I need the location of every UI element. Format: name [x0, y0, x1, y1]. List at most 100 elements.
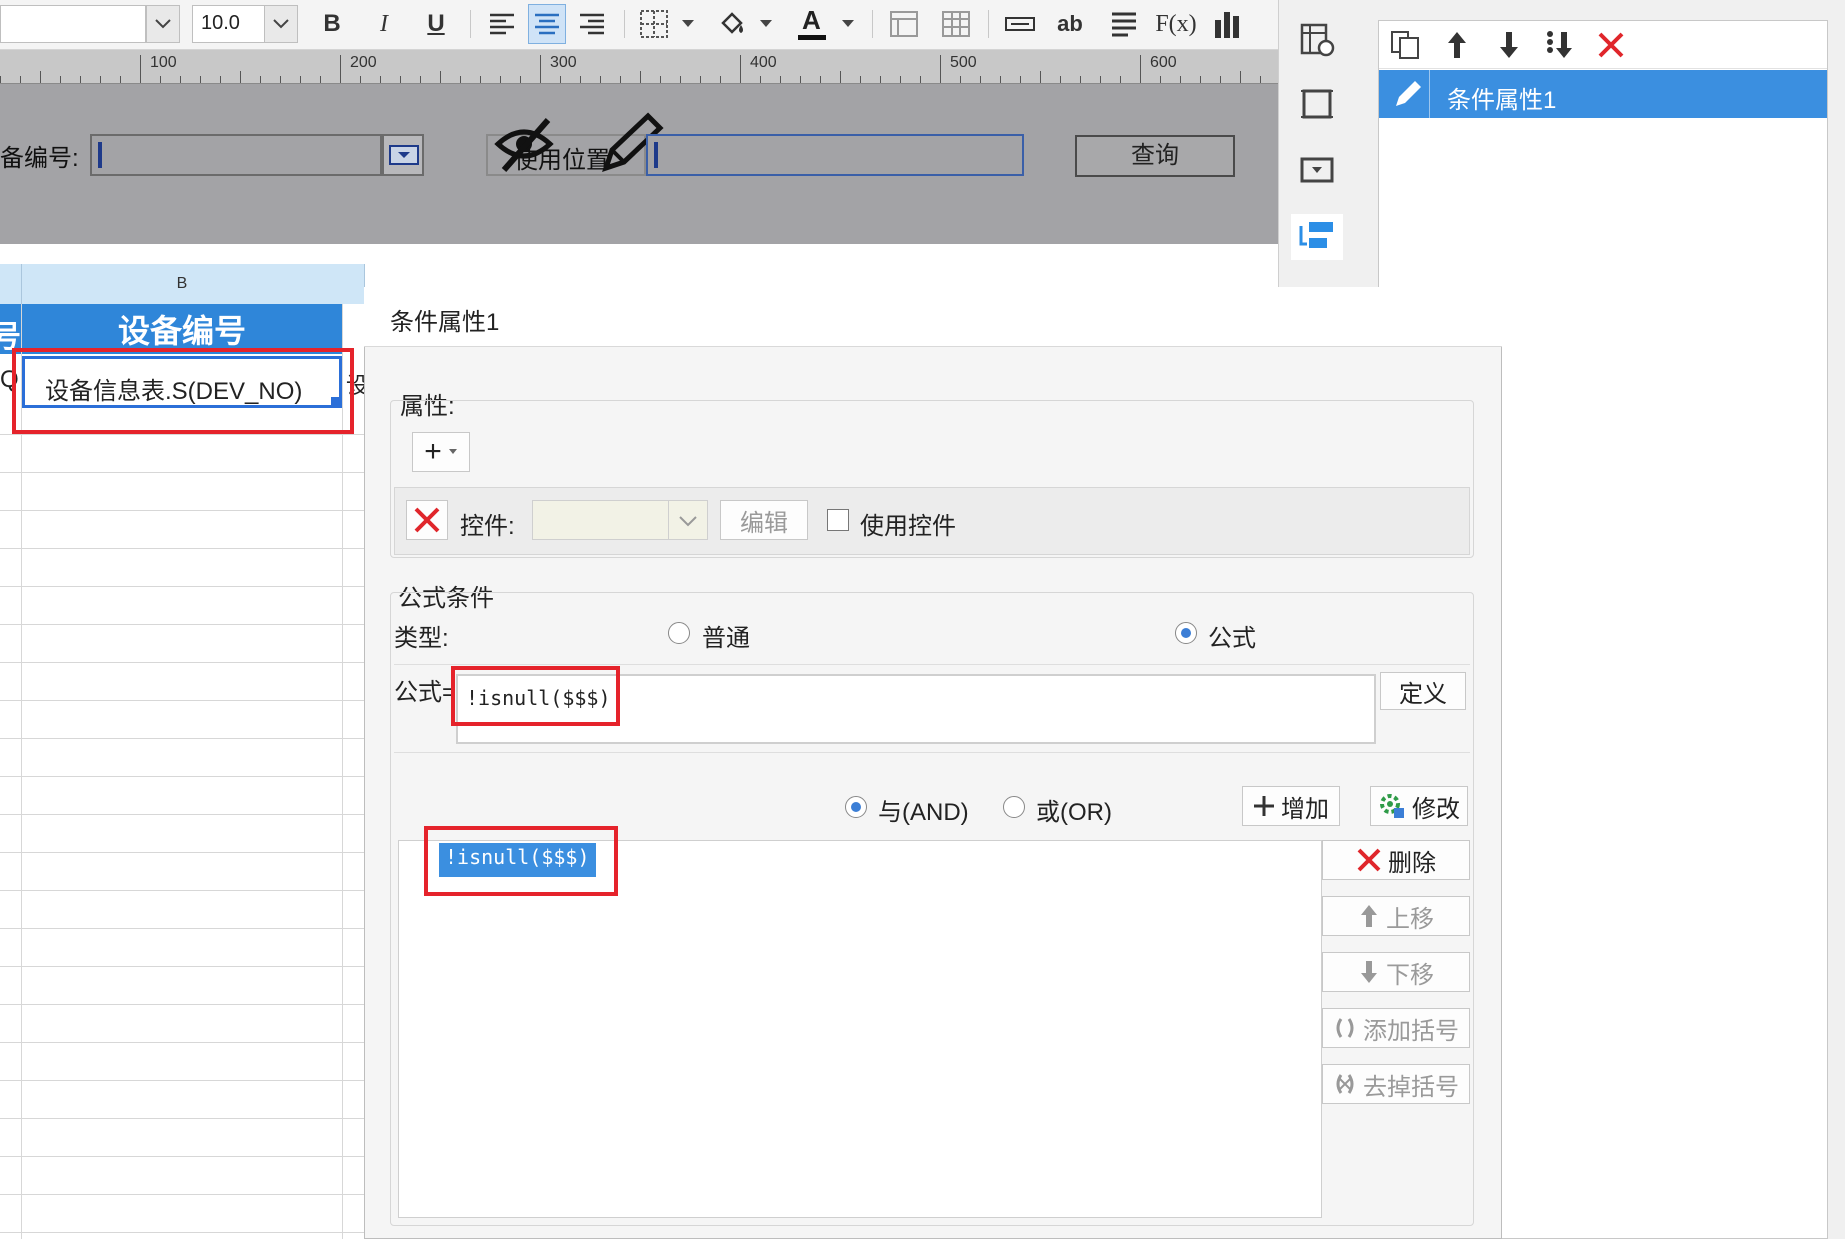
underline-button[interactable]: U: [422, 4, 450, 44]
grid-row-line: [0, 1080, 364, 1081]
grid-row-line: [0, 1042, 364, 1043]
ruler-tick: [720, 76, 721, 83]
type-normal-label: 普通: [702, 625, 750, 652]
ruler-tick: [360, 76, 361, 83]
ruler-tick: [600, 76, 601, 83]
font-size-select[interactable]: 10.0: [192, 5, 268, 43]
italic-button[interactable]: I: [370, 4, 398, 44]
column-header-a[interactable]: [0, 264, 22, 304]
align-right-button[interactable]: [574, 4, 610, 44]
text-style-button[interactable]: ab: [1052, 4, 1088, 44]
caret-down-icon: [842, 20, 854, 27]
grid-row-line: [0, 586, 364, 587]
column-header-c[interactable]: [342, 264, 365, 304]
cell-element-icon[interactable]: [1299, 86, 1335, 122]
device-no-dropdown-button[interactable]: [382, 134, 424, 176]
widget-settings-icon[interactable]: [1299, 152, 1335, 188]
fill-color-button[interactable]: [714, 4, 750, 44]
fill-color-dropdown[interactable]: [754, 4, 778, 44]
ruler-tick: [920, 76, 921, 83]
condition-attributes-tab[interactable]: [1291, 214, 1343, 260]
grid-row-line: [0, 662, 364, 663]
cell-attributes-icon[interactable]: [1299, 22, 1335, 58]
add-parentheses-button[interactable]: 添加括号: [1322, 1008, 1470, 1048]
remove-parentheses-button[interactable]: 去掉括号: [1322, 1064, 1470, 1104]
add-property-button[interactable]: +: [412, 432, 470, 472]
ruler-tick: [60, 76, 61, 83]
border-icon: [640, 10, 668, 38]
chart-button[interactable]: [1210, 4, 1246, 44]
define-formula-button[interactable]: 定义: [1380, 672, 1466, 710]
highlight-box-cell: [12, 348, 354, 434]
use-control-checkbox[interactable]: [827, 509, 849, 531]
caret-down-icon: [682, 20, 694, 27]
bold-button[interactable]: B: [318, 4, 346, 44]
control-select[interactable]: [532, 500, 708, 540]
ruler-label: 600: [1150, 54, 1177, 71]
header-cell-a[interactable]: 号: [0, 304, 21, 354]
condition-list-item[interactable]: 条件属性1: [1379, 70, 1827, 118]
font-family-select[interactable]: [0, 5, 146, 43]
location-input[interactable]: [646, 134, 1024, 176]
text-cursor: [98, 142, 102, 168]
ruler-label: 200: [350, 54, 377, 71]
highlight-box-formula: [451, 666, 620, 726]
insert-row-button[interactable]: [1002, 4, 1038, 44]
ruler-tick: [1200, 76, 1201, 83]
ruler-tick: [1040, 71, 1041, 83]
border-dropdown[interactable]: [676, 4, 700, 44]
move-up-button[interactable]: 上移: [1322, 896, 1470, 936]
type-normal-radio[interactable]: [668, 622, 690, 644]
column-header-b[interactable]: B: [22, 264, 343, 304]
ruler-tick: [380, 76, 381, 83]
delete-icon[interactable]: [1595, 29, 1627, 61]
grid-row-line: [0, 1118, 364, 1119]
move-bottom-icon[interactable]: [1543, 29, 1575, 61]
move-up-label: 上移: [1386, 905, 1434, 933]
grid-row-line: [0, 928, 364, 929]
font-color-button[interactable]: A: [794, 4, 830, 44]
modify-condition-button[interactable]: 修改: [1370, 786, 1468, 826]
condition-list: !isnull($$$): [398, 840, 1322, 1218]
dropdown-arrow-icon: [389, 145, 419, 165]
font-family-dropdown[interactable]: [146, 5, 180, 43]
font-color-dropdown[interactable]: [836, 4, 860, 44]
add-condition-button[interactable]: 增加: [1242, 786, 1340, 826]
line-spacing-button[interactable]: [1106, 4, 1142, 44]
logic-and-radio[interactable]: [845, 796, 867, 818]
formula-button[interactable]: F(x): [1155, 4, 1196, 44]
font-size-dropdown[interactable]: [264, 5, 298, 43]
ruler-tick: [1180, 76, 1181, 83]
pencil-icon: [1396, 81, 1421, 106]
edit-control-button[interactable]: 编辑: [720, 500, 808, 540]
query-button[interactable]: 查询: [1075, 135, 1235, 177]
logic-or-label: 或(OR): [1036, 799, 1112, 826]
ruler-tick: [520, 76, 521, 83]
header-cell-b[interactable]: 设备编号: [22, 304, 342, 354]
plus-icon: [1254, 796, 1274, 816]
grid-row-line: [0, 472, 364, 473]
logic-or-radio[interactable]: [1003, 796, 1025, 818]
ruler-tick: [980, 76, 981, 83]
type-formula-radio[interactable]: [1175, 622, 1197, 644]
move-down-button[interactable]: 下移: [1322, 952, 1470, 992]
grid-row-line: [0, 434, 364, 435]
add-parentheses-label: 添加括号: [1363, 1017, 1459, 1045]
grid-column-line: [21, 304, 22, 1239]
device-no-label: 备编号:: [0, 145, 79, 172]
ruler-tick: [320, 76, 321, 83]
formula-label: 公式=: [394, 679, 457, 706]
use-control-label: 使用控件: [860, 513, 956, 540]
device-no-input[interactable]: [90, 134, 382, 176]
delete-condition-button[interactable]: 删除: [1322, 840, 1470, 880]
arrow-down-icon[interactable]: [1493, 29, 1525, 61]
remove-property-button[interactable]: [406, 500, 448, 540]
control-select-arrow[interactable]: [668, 501, 707, 539]
align-center-button[interactable]: [528, 4, 566, 44]
align-left-button[interactable]: [484, 4, 520, 44]
border-button[interactable]: [636, 4, 672, 44]
copy-icon[interactable]: [1389, 29, 1421, 61]
merge-cells-button[interactable]: [886, 4, 922, 44]
split-cells-button[interactable]: [938, 4, 974, 44]
arrow-up-icon[interactable]: [1441, 29, 1473, 61]
